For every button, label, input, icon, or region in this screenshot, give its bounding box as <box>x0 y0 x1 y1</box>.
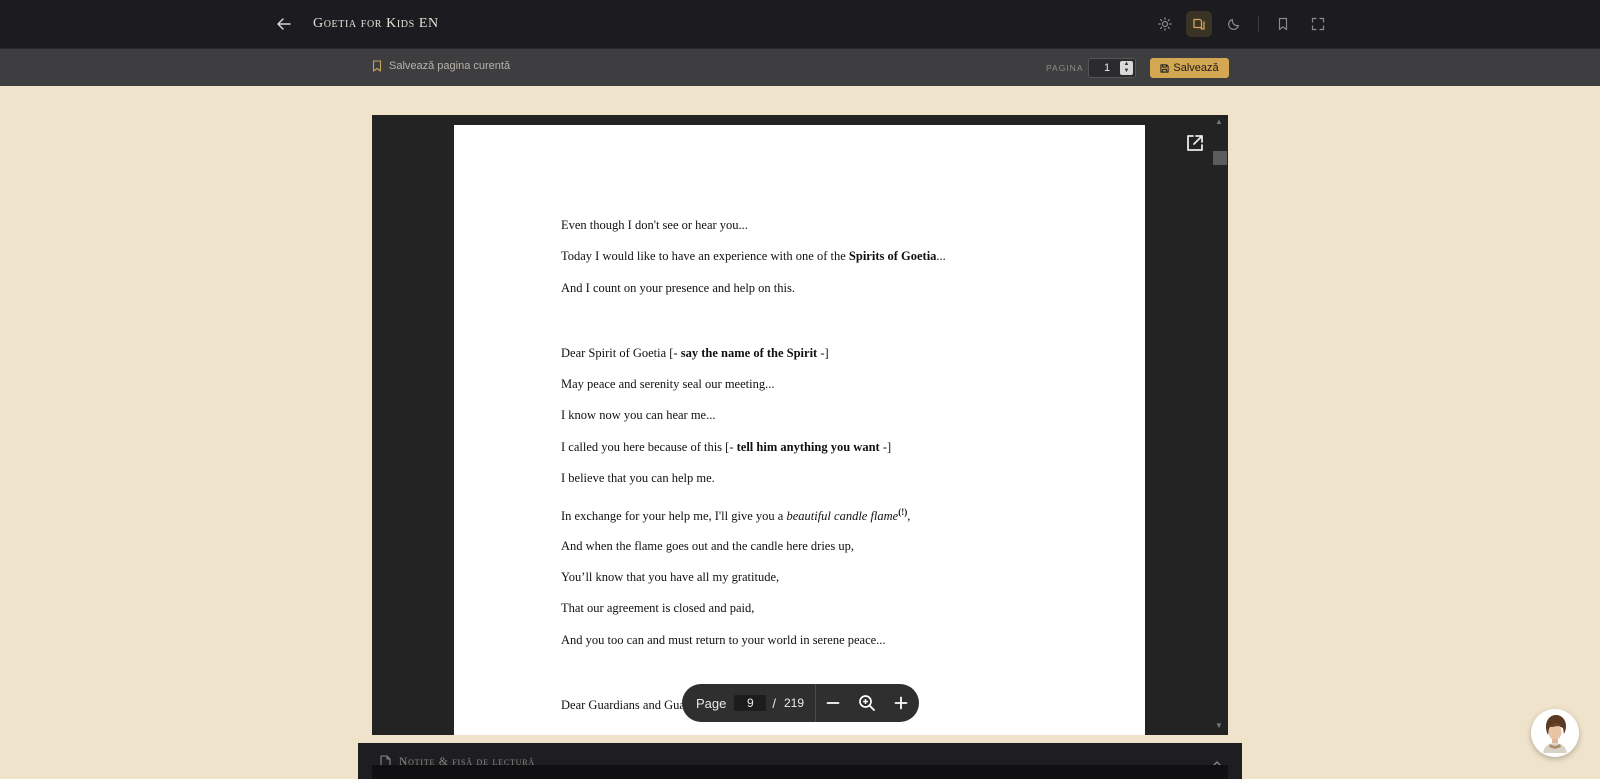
sepia-theme-button[interactable] <box>1186 11 1212 37</box>
scroll-down-arrow[interactable]: ▼ <box>1213 721 1225 731</box>
fullscreen-icon <box>1311 17 1325 31</box>
arrow-left-icon <box>277 18 291 30</box>
floppy-disk-icon <box>1160 63 1169 73</box>
text-line: In exchange for your help me, I'll give … <box>561 507 911 523</box>
scroll-up-arrow[interactable]: ▲ <box>1213 117 1225 127</box>
page-number-stepper[interactable]: ▲ ▼ <box>1120 61 1133 75</box>
bookmark-button[interactable] <box>1270 11 1296 37</box>
notes-panel-toggle[interactable]: Notițe & fișă de lectură <box>358 743 1242 779</box>
page-label: Page <box>696 695 727 711</box>
book-open-icon <box>1193 18 1205 30</box>
save-current-page-link[interactable]: Salvează pagina curentă <box>372 60 510 72</box>
total-pages: 219 <box>784 696 805 710</box>
sun-icon <box>1158 17 1172 31</box>
dark-theme-button[interactable] <box>1221 11 1247 37</box>
assistant-avatar-button[interactable] <box>1531 709 1579 757</box>
page-separator: / <box>772 695 776 711</box>
zoom-reset-button[interactable] <box>850 684 884 722</box>
fullscreen-button[interactable] <box>1305 11 1331 37</box>
zoom-in-button[interactable] <box>884 684 918 722</box>
text-line: I know now you can hear me... <box>561 408 716 422</box>
text-line: You’ll know that you have all my gratitu… <box>561 570 780 584</box>
text-line: And I count on your presence and help on… <box>561 281 795 295</box>
light-theme-button[interactable] <box>1152 11 1178 37</box>
text-line: May peace and serenity seal our meeting.… <box>561 377 775 391</box>
text-line: Even though I don't see or hear you... <box>561 218 748 232</box>
open-in-new-window-button[interactable] <box>1185 133 1207 155</box>
pdf-page: Even though I don't see or hear you... T… <box>454 125 1145 735</box>
moon-icon <box>1228 18 1240 30</box>
external-link-icon <box>1187 135 1203 151</box>
pdf-viewer[interactable]: Even though I don't see or hear you... T… <box>372 115 1228 735</box>
zoom-out-button[interactable] <box>816 684 850 722</box>
page-number-label: PAGINA <box>1046 63 1084 73</box>
toolbar-divider <box>1258 16 1259 32</box>
book-title: Goetia for Kids EN <box>313 16 439 31</box>
current-page-input[interactable]: 9 <box>734 695 767 711</box>
avatar <box>1543 715 1567 753</box>
text-line: That our agreement is closed and paid, <box>561 601 755 615</box>
back-button[interactable] <box>272 12 296 36</box>
save-current-page-label: Salvează pagina curentă <box>389 60 511 72</box>
plus-icon <box>894 696 908 710</box>
text-line: Today I would like to have an experience… <box>561 249 946 263</box>
zoom-icon <box>859 695 875 711</box>
bookmark-icon <box>372 60 382 72</box>
text-line: And when the flame goes out and the cand… <box>561 539 854 553</box>
bookmark-icon <box>1278 17 1288 31</box>
notes-panel-body <box>372 765 1228 779</box>
pdf-navigation-toolbar: Page 9 / 219 <box>682 684 919 722</box>
text-line: I believe that you can help me. <box>561 471 715 485</box>
page-save-bar: Salvează pagina curentă PAGINA 1 ▲ ▼ Salv… <box>0 48 1600 86</box>
scrollbar-thumb[interactable] <box>1213 151 1227 165</box>
top-bar: Goetia for Kids EN <box>0 0 1600 48</box>
text-line: Dear Spirit of Goetia [- say the name of… <box>561 346 829 360</box>
minus-icon <box>826 702 840 704</box>
page-number-value: 1 <box>1104 62 1111 74</box>
text-line: I called you here because of this [- tel… <box>561 440 892 454</box>
text-line: And you too can and must return to your … <box>561 633 886 647</box>
page-number-input[interactable]: 1 ▲ ▼ <box>1088 58 1136 78</box>
save-button[interactable]: Salvează <box>1150 58 1229 78</box>
save-button-label: Salvează <box>1173 62 1219 74</box>
